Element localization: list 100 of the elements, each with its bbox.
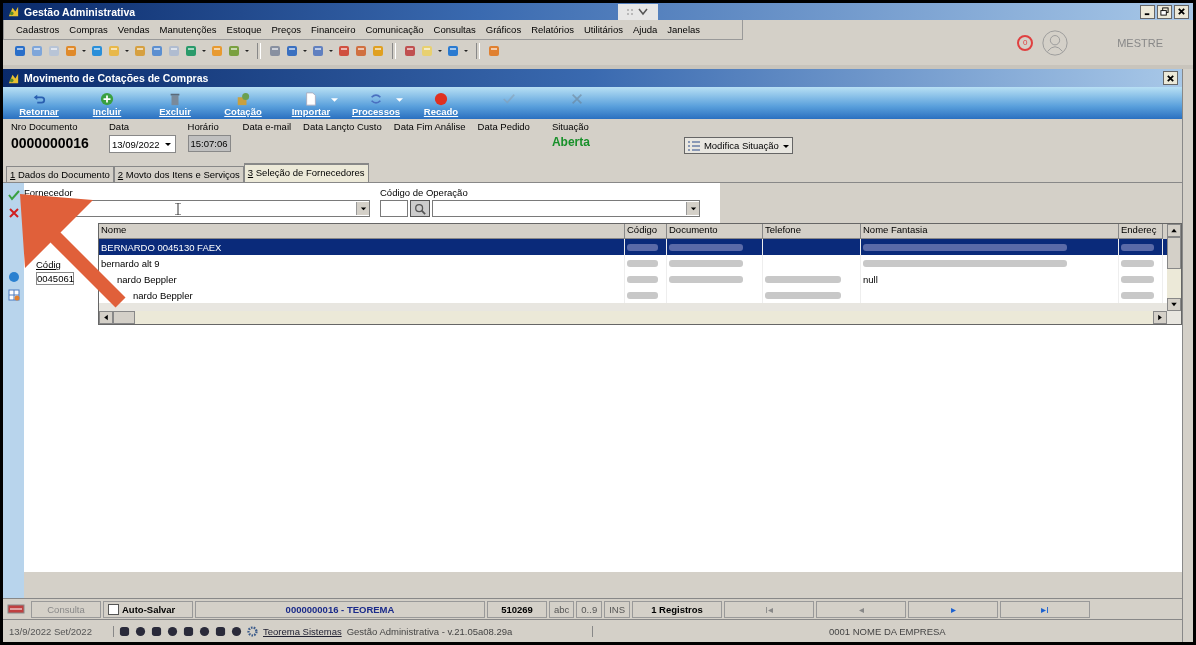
menu-item[interactable]: Preços — [271, 24, 302, 35]
globe-icon[interactable] — [7, 271, 20, 283]
date-field[interactable]: 13/09/2022 — [109, 135, 176, 153]
toolbar-button[interactable]: Processos — [346, 92, 406, 119]
toolbar-button[interactable]: Cotação — [213, 92, 273, 119]
menu-item[interactable]: Cadastros — [16, 24, 60, 35]
caret-icon[interactable] — [201, 48, 207, 54]
caret-icon[interactable] — [302, 48, 308, 54]
caret-icon[interactable] — [244, 48, 250, 54]
scroll-right-icon[interactable] — [1153, 311, 1167, 324]
menu-item[interactable]: Estoque — [226, 24, 262, 35]
tool-icon[interactable] — [13, 44, 27, 58]
minimize-button[interactable] — [1140, 4, 1155, 19]
scroll-up-icon[interactable] — [1167, 224, 1181, 237]
grid-icon[interactable] — [7, 289, 20, 301]
caret-icon[interactable] — [124, 48, 130, 54]
list-icon — [687, 140, 700, 151]
table-row[interactable]: BERNARDO 0045130 FAEX — [99, 239, 1167, 255]
table-row[interactable]: bernardo alt 9 — [99, 255, 1167, 271]
menu-item[interactable]: Financeiro — [311, 24, 356, 35]
tool-icon[interactable] — [487, 44, 501, 58]
restore-button[interactable] — [1157, 4, 1172, 19]
tool-icon[interactable] — [354, 44, 368, 58]
caret-icon[interactable] — [81, 48, 87, 54]
tool-icon[interactable] — [403, 44, 417, 58]
text-cursor-icon — [175, 202, 181, 215]
tool-icon[interactable] — [268, 44, 282, 58]
caret-icon[interactable] — [463, 48, 469, 54]
close-button[interactable] — [1163, 71, 1178, 85]
close-icon[interactable] — [7, 207, 20, 219]
social-icon[interactable] — [119, 625, 130, 637]
horizontal-scrollbar[interactable] — [99, 311, 1167, 324]
checkbox[interactable] — [108, 603, 119, 615]
table-cell: nardo Beppler — [117, 273, 177, 285]
tab[interactable]: 1 Dados do Documento — [6, 166, 114, 182]
menu-item[interactable]: Vendas — [117, 24, 150, 35]
tool-icon[interactable] — [30, 44, 44, 58]
tab[interactable]: 3 Seleção de Fornecedores — [243, 163, 369, 182]
field-label: Situação — [551, 121, 590, 132]
time-field: 15:07:06 — [187, 135, 231, 152]
avatar-icon[interactable] — [1041, 28, 1070, 57]
social-icon[interactable] — [167, 625, 178, 637]
auto-save-checkbox[interactable]: Auto-Salvar — [103, 600, 193, 618]
menu-item[interactable]: Compras — [69, 24, 108, 35]
scroll-down-icon[interactable] — [1167, 298, 1181, 311]
menu-item[interactable]: Consultas — [433, 24, 476, 35]
tool-icon[interactable] — [371, 44, 385, 58]
table-cell: null — [863, 273, 878, 285]
menu-item[interactable]: Gráficos — [485, 24, 522, 35]
caret-icon[interactable] — [437, 48, 443, 54]
check-icon[interactable] — [7, 189, 20, 201]
social-icon[interactable] — [183, 625, 194, 637]
keyboard-icon[interactable] — [7, 604, 25, 614]
company-link[interactable]: Teorema Sistemas — [263, 625, 342, 637]
confirm-icon — [502, 92, 516, 106]
menu-item[interactable]: Janelas — [667, 24, 701, 35]
company-name: 0001 NOME DA EMPRESA — [591, 625, 1182, 637]
menu-item[interactable]: Comunicação — [365, 24, 424, 35]
operation-field[interactable] — [432, 200, 700, 217]
tool-icon[interactable] — [150, 44, 164, 58]
vertical-scrollbar[interactable] — [1167, 224, 1181, 311]
toolbar-button[interactable]: Recado — [411, 92, 471, 119]
scroll-thumb[interactable] — [1167, 237, 1181, 269]
field-label: Data Pedido — [477, 121, 530, 132]
social-icon[interactable] — [215, 625, 226, 637]
scroll-thumb[interactable] — [113, 311, 135, 324]
window-title: Movimento de Cotações de Compras — [24, 72, 209, 84]
toolbar-button[interactable]: Excluir — [145, 92, 205, 119]
navigation-button[interactable]: ▸ — [908, 600, 999, 618]
operation-code-field[interactable] — [380, 200, 408, 217]
code-field[interactable]: 0045061 — [36, 272, 74, 285]
table-row[interactable]: nardo Beppler null — [99, 271, 1167, 287]
user-name: MESTRE — [1117, 36, 1163, 49]
menu-item[interactable]: Manutenções — [159, 24, 217, 35]
menu-item[interactable]: Relatórios — [531, 24, 574, 35]
tab[interactable]: 2 Movto dos Itens e Serviços — [113, 166, 244, 182]
close-button[interactable] — [1174, 4, 1189, 19]
toolbar-button[interactable]: Retornar — [9, 92, 69, 119]
toolbar-button[interactable]: Incluir — [77, 92, 137, 119]
input-mode: abc — [549, 600, 575, 618]
navigation-button[interactable]: ▸I — [1000, 600, 1091, 618]
modify-status-button[interactable]: Modifica Situação — [683, 137, 793, 154]
status-value: Aberta — [551, 135, 591, 149]
menu-item[interactable]: Ajuda — [633, 24, 658, 35]
field-label: Data — [109, 121, 131, 132]
social-icon[interactable] — [135, 625, 146, 637]
record-count: 1 Registros — [632, 600, 723, 618]
toolbar-button[interactable]: Importar — [281, 92, 341, 119]
table-cell: BERNARDO 0045130 FAEX — [101, 241, 222, 253]
scroll-left-icon[interactable] — [99, 311, 113, 324]
caret-icon[interactable] — [328, 48, 334, 54]
search-button[interactable] — [410, 200, 430, 217]
social-icon[interactable] — [231, 625, 242, 637]
social-icon[interactable] — [199, 625, 210, 637]
collapse-tab[interactable] — [617, 3, 658, 20]
menu-item[interactable]: Utilitários — [583, 24, 623, 35]
social-icon[interactable] — [151, 625, 162, 637]
table-row[interactable]: nardo Beppler — [99, 287, 1167, 303]
dropdown-button[interactable] — [356, 202, 369, 215]
dropdown-button[interactable] — [686, 202, 699, 215]
